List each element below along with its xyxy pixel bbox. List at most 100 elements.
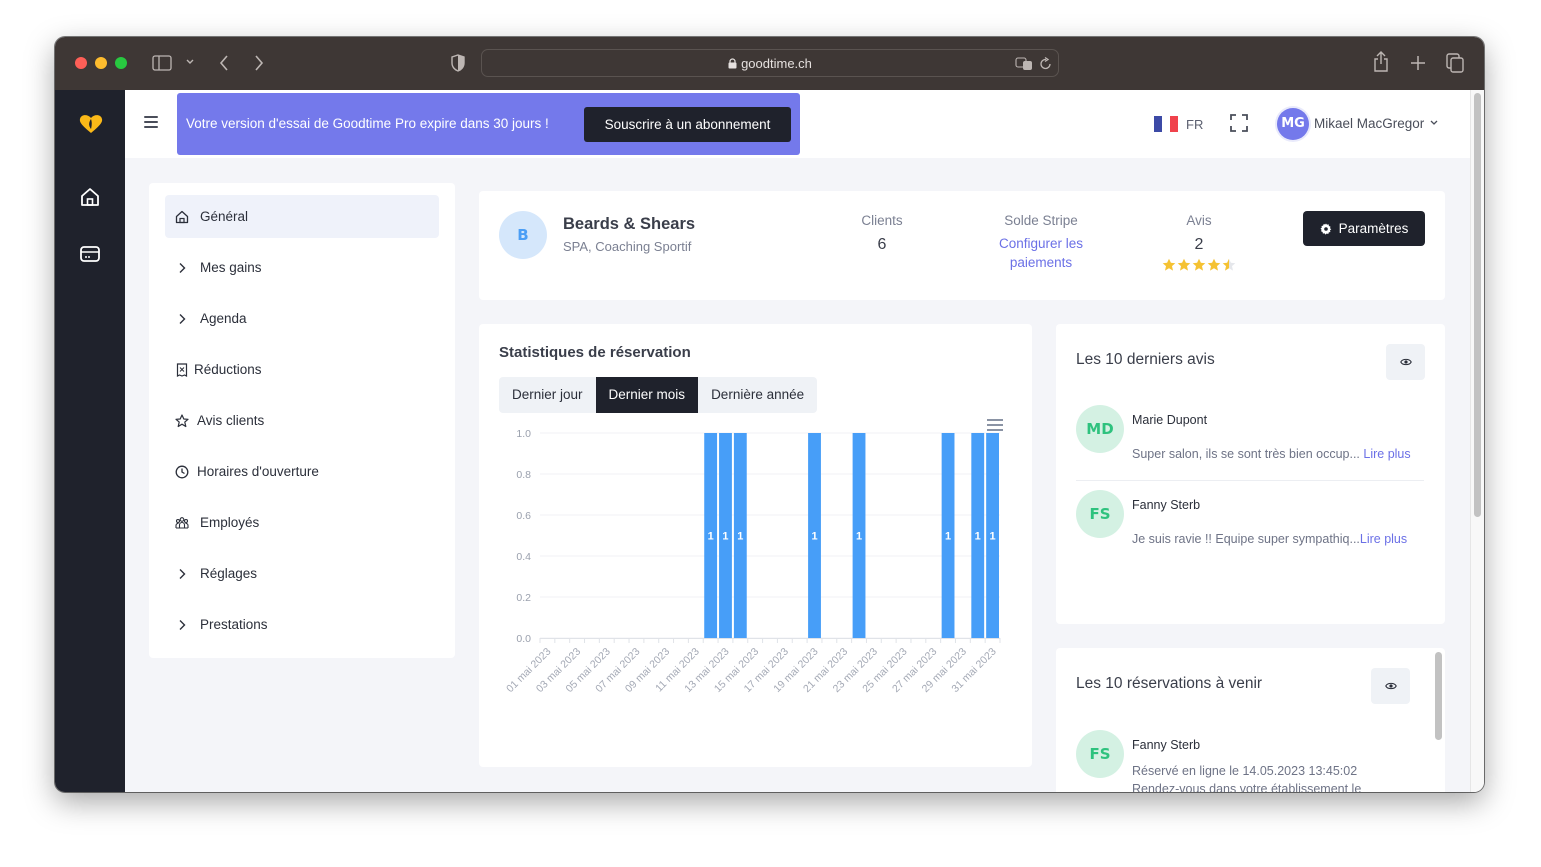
chevron-down-icon[interactable] xyxy=(186,59,194,65)
period-tabs: Dernier jour Dernier mois Dernière année xyxy=(499,377,818,413)
share-icon[interactable] xyxy=(1373,51,1389,73)
new-tab-icon[interactable] xyxy=(1410,55,1426,71)
logo-icon[interactable] xyxy=(79,114,103,134)
review-text: Je suis ravie !! Equipe super sympathiq.… xyxy=(1132,532,1408,546)
user-avatar[interactable]: MG xyxy=(1277,108,1309,140)
bar-data-label: 1 xyxy=(856,531,862,543)
clients-value: 6 xyxy=(877,236,887,253)
settings-button[interactable]: Paramètres xyxy=(1303,211,1425,246)
read-more-link[interactable]: Lire plus xyxy=(1360,532,1407,546)
card-icon[interactable] xyxy=(79,243,101,265)
sidebar-icon[interactable] xyxy=(152,55,172,71)
browser-toolbar: goodtime.ch xyxy=(55,37,1484,90)
star-icon xyxy=(1222,258,1236,271)
divider xyxy=(1076,480,1424,481)
eye-icon xyxy=(1399,358,1412,366)
menu-item-avis-clients[interactable]: Avis clients xyxy=(165,399,439,442)
subscribe-button[interactable]: Souscrire à un abonnement xyxy=(584,107,791,142)
bar-data-label: 1 xyxy=(737,531,743,543)
home-icon[interactable] xyxy=(79,186,101,208)
reviews-value: 2 xyxy=(1194,236,1204,253)
chevron-down-icon xyxy=(1430,120,1438,125)
back-icon[interactable] xyxy=(218,54,230,72)
language-selector[interactable]: FR xyxy=(1186,117,1203,132)
menu-item-prestations[interactable]: Prestations xyxy=(165,603,439,646)
close-window-button[interactable] xyxy=(75,57,87,69)
star-icon xyxy=(174,413,190,429)
gear-icon xyxy=(1320,223,1331,235)
tab-derniere-annee[interactable]: Dernière année xyxy=(698,377,817,413)
minimize-window-button[interactable] xyxy=(95,57,107,69)
reload-icon[interactable] xyxy=(1040,57,1052,71)
y-tick-label: 0.0 xyxy=(516,633,531,645)
bar-data-label: 1 xyxy=(708,531,714,543)
user-name: Mikael MacGregor xyxy=(1314,116,1425,131)
review-text: Super salon, ils se sont très bien occup… xyxy=(1132,447,1411,461)
booking-stats-card: Statistiques de réservation Dernier jour… xyxy=(479,324,1032,767)
shield-icon[interactable] xyxy=(451,54,465,72)
business-summary-card: B Beards & Shears SPA, Coaching Sportif … xyxy=(479,191,1445,300)
browser-window: goodtime.ch Votre version d'essai de Goo… xyxy=(55,37,1484,792)
star-icon xyxy=(1192,258,1206,271)
booking-created-text: Réservé en ligne le 14.05.2023 13:45:02 xyxy=(1132,764,1358,778)
bar-data-label: 1 xyxy=(945,531,951,543)
france-flag-icon[interactable] xyxy=(1154,116,1178,132)
bar-data-label: 1 xyxy=(811,531,817,543)
trial-message: Votre version d'essai de Goodtime Pro ex… xyxy=(186,116,549,131)
reviewer-name: Fanny Sterb xyxy=(1132,498,1201,512)
business-avatar: B xyxy=(499,211,547,259)
bookings-bar-chart: 0.00.20.40.60.81.01 1 1 1 1 1 1 101 mai 202303 … xyxy=(504,428,1001,695)
y-tick-label: 0.4 xyxy=(516,551,531,563)
reviews-stat: Avis 2 xyxy=(1159,213,1239,272)
client-name: Fanny Sterb xyxy=(1132,738,1201,752)
tab-dernier-jour[interactable]: Dernier jour xyxy=(499,377,596,413)
menu-item-reglages[interactable]: Réglages xyxy=(165,552,439,595)
star-icon xyxy=(1207,258,1221,271)
chevron-right-icon xyxy=(174,617,190,633)
chevron-right-icon xyxy=(174,260,190,276)
people-icon xyxy=(174,515,190,531)
menu-item-mes-gains[interactable]: Mes gains xyxy=(165,246,439,289)
latest-reviews-card: Les 10 derniers avis MD Marie Dupont Sup… xyxy=(1056,324,1445,624)
view-reviews-button[interactable] xyxy=(1386,344,1425,380)
translate-icon[interactable] xyxy=(1015,57,1033,71)
menu-item-agenda[interactable]: Agenda xyxy=(165,297,439,340)
maximize-window-button[interactable] xyxy=(115,57,127,69)
forward-icon[interactable] xyxy=(253,54,265,72)
read-more-link[interactable]: Lire plus xyxy=(1363,447,1410,461)
tabs-overview-icon[interactable] xyxy=(1446,53,1464,73)
reviewer-avatar: MD xyxy=(1076,405,1124,453)
rating-stars xyxy=(1159,258,1239,272)
menu-item-reductions[interactable]: Réductions xyxy=(165,348,439,391)
tab-dernier-mois[interactable]: Dernier mois xyxy=(595,377,699,413)
lock-icon xyxy=(728,58,737,69)
user-menu[interactable]: Mikael MacGregor xyxy=(1314,116,1438,131)
fullscreen-icon[interactable] xyxy=(1230,114,1248,132)
business-name: Beards & Shears xyxy=(563,215,696,233)
menu-item-general[interactable]: Général xyxy=(165,195,439,238)
reviews-label: Avis xyxy=(1186,213,1212,228)
menu-item-employes[interactable]: Employés xyxy=(165,501,439,544)
page-scrollbar[interactable] xyxy=(1470,90,1484,792)
top-header: Votre version d'essai de Goodtime Pro ex… xyxy=(125,90,1470,158)
chevron-right-icon xyxy=(174,566,190,582)
trial-banner: Votre version d'essai de Goodtime Pro ex… xyxy=(177,93,800,155)
bar-data-label: 1 xyxy=(990,531,996,543)
view-bookings-button[interactable] xyxy=(1371,668,1410,704)
star-icon xyxy=(1162,258,1176,271)
reviewer-avatar: FS xyxy=(1076,490,1124,538)
bar-data-label: 1 xyxy=(722,531,728,543)
upcoming-scrollbar[interactable] xyxy=(1434,650,1444,792)
clients-label: Clients xyxy=(861,213,903,228)
menu-item-horaires[interactable]: Horaires d'ouverture xyxy=(165,450,439,493)
business-category: SPA, Coaching Sportif xyxy=(563,239,692,254)
y-tick-label: 0.2 xyxy=(516,592,531,604)
hamburger-menu-icon[interactable] xyxy=(144,116,158,128)
address-bar[interactable]: goodtime.ch xyxy=(481,49,1059,77)
eye-icon xyxy=(1384,682,1397,690)
configure-payments-link[interactable]: Configurer les paiements xyxy=(981,234,1101,272)
y-tick-label: 0.8 xyxy=(516,469,531,481)
y-tick-label: 0.6 xyxy=(516,510,531,522)
stripe-stat: Solde Stripe Configurer les paiements xyxy=(981,213,1101,272)
stripe-label: Solde Stripe xyxy=(1004,213,1078,228)
